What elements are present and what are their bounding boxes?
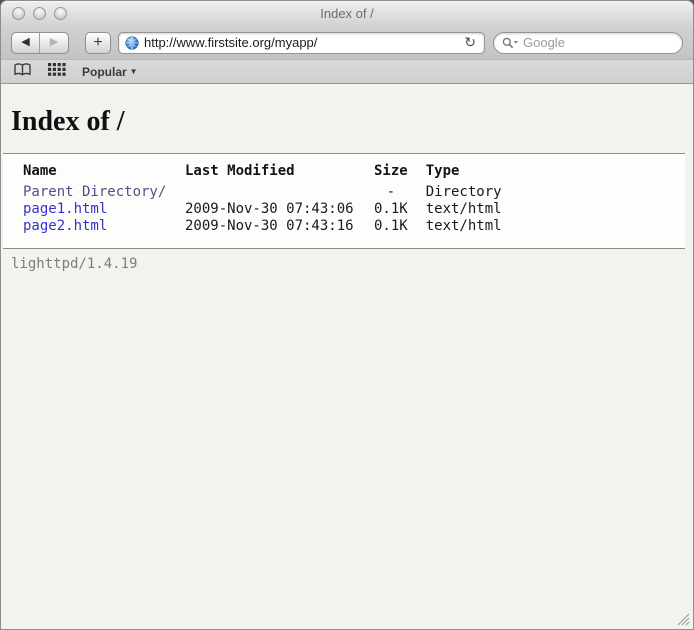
directory-listing: Name Last Modified Size Type Parent Dire… bbox=[3, 153, 685, 249]
back-button[interactable]: ◀ bbox=[12, 33, 40, 53]
page1-link[interactable]: page1.html bbox=[23, 201, 107, 217]
bookmark-folder-popular[interactable]: Popular ▼ bbox=[82, 65, 138, 79]
table-row: Parent Directory/ - Directory bbox=[23, 184, 502, 201]
modified-cell: 2009-Nov-30 07:43:06 bbox=[185, 201, 374, 218]
column-header-name: Name bbox=[23, 163, 185, 184]
column-header-modified: Last Modified bbox=[185, 163, 374, 184]
size-cell: 0.1K bbox=[374, 218, 426, 235]
resize-grip[interactable] bbox=[674, 610, 690, 626]
page-title: Index of / bbox=[11, 106, 693, 138]
page-content: Index of / Name Last Modified Size Type … bbox=[1, 84, 693, 629]
bookmark-label: Popular bbox=[82, 65, 127, 79]
listing-table: Name Last Modified Size Type Parent Dire… bbox=[23, 163, 502, 235]
forward-icon: ▶ bbox=[50, 37, 58, 48]
bookmarks-book-icon[interactable] bbox=[13, 62, 32, 82]
search-icon bbox=[502, 37, 519, 49]
table-row: page2.html 2009-Nov-30 07:43:16 0.1K tex… bbox=[23, 218, 502, 235]
search-bar[interactable] bbox=[493, 32, 683, 54]
back-icon: ◀ bbox=[21, 37, 29, 48]
nav-buttons: ◀ ▶ bbox=[11, 32, 69, 54]
column-header-type: Type bbox=[426, 163, 502, 184]
table-row: page1.html 2009-Nov-30 07:43:06 0.1K tex… bbox=[23, 201, 502, 218]
toolbar: ◀ ▶ + ↻ bbox=[1, 26, 693, 59]
globe-favicon-icon bbox=[125, 36, 139, 50]
parent-directory-link[interactable]: Parent Directory/ bbox=[23, 184, 166, 200]
browser-window: Index of / ◀ ▶ + bbox=[0, 0, 694, 630]
bookmarks-bar: Popular ▼ bbox=[1, 59, 693, 84]
type-cell: text/html bbox=[426, 201, 502, 218]
page2-link[interactable]: page2.html bbox=[23, 218, 107, 234]
header-row: Name Last Modified Size Type bbox=[23, 163, 502, 184]
title-bar[interactable]: Index of / bbox=[1, 1, 693, 26]
new-tab-button[interactable]: + bbox=[85, 32, 111, 54]
url-input[interactable] bbox=[144, 35, 462, 50]
type-cell: Directory bbox=[426, 184, 502, 201]
type-cell: text/html bbox=[426, 218, 502, 235]
address-bar[interactable]: ↻ bbox=[118, 32, 485, 54]
size-cell: - bbox=[374, 184, 426, 201]
forward-button[interactable]: ▶ bbox=[40, 33, 68, 53]
top-sites-grid-icon[interactable] bbox=[48, 63, 66, 81]
search-input[interactable] bbox=[523, 35, 674, 50]
plus-icon: + bbox=[93, 34, 102, 52]
reload-icon[interactable]: ↻ bbox=[462, 34, 478, 51]
modified-cell: 2009-Nov-30 07:43:16 bbox=[185, 218, 374, 235]
size-cell: 0.1K bbox=[374, 201, 426, 218]
modified-cell bbox=[185, 184, 374, 201]
column-header-size: Size bbox=[374, 163, 426, 184]
chevron-down-icon: ▼ bbox=[130, 67, 138, 76]
server-version-text: lighttpd/1.4.19 bbox=[11, 256, 693, 272]
window-title: Index of / bbox=[1, 6, 693, 21]
